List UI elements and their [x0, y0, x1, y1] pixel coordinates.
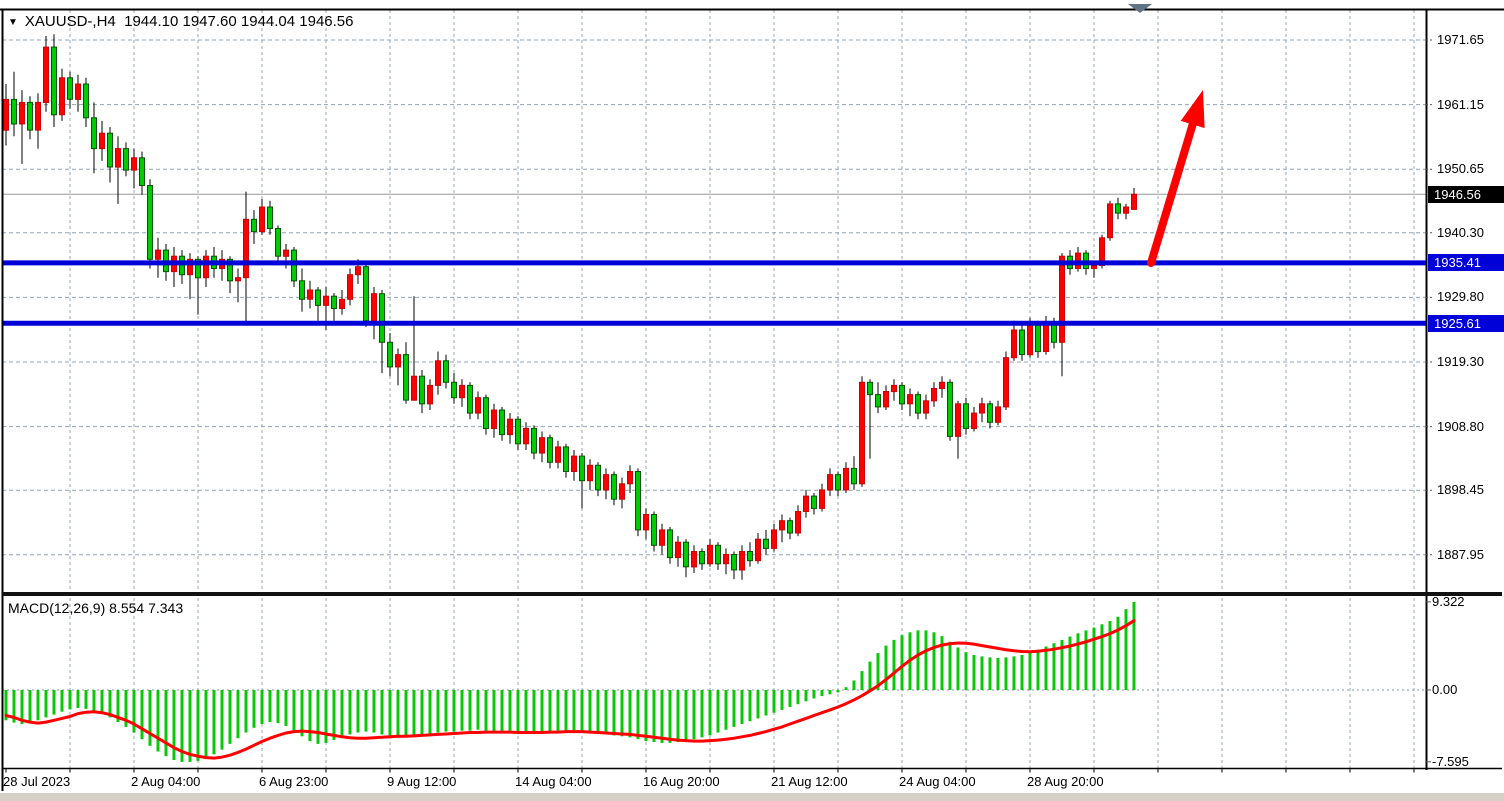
time-axis-label: 6 Aug 23:00: [259, 774, 328, 789]
level-price-box: 1925.61: [1428, 315, 1504, 332]
ohlc-values: 1944.10 1947.60 1944.04 1946.56: [124, 13, 353, 30]
level-price-box: 1935.41: [1428, 254, 1504, 271]
price-axis-label: 1961.15: [1437, 97, 1484, 112]
symbol-timeframe-label: XAUUSD-,H4: [25, 13, 116, 30]
bottom-strip: [0, 793, 1504, 801]
price-axis-label: 1971.65: [1437, 32, 1484, 47]
chart-plot-area[interactable]: [0, 0, 1504, 801]
trading-chart-window: ▼ XAUUSD-,H4 1944.10 1947.60 1944.04 1946…: [0, 0, 1504, 801]
current-price-box: 1946.56: [1428, 186, 1504, 203]
macd-indicator-label: MACD(12,26,9) 8.554 7.343: [8, 600, 183, 616]
price-axis-label: 1940.30: [1437, 225, 1484, 240]
macd-axis-label: 9.322: [1432, 594, 1465, 609]
trend-arrow[interactable]: [1151, 90, 1205, 263]
time-axis-label: 9 Aug 12:00: [387, 774, 456, 789]
price-axis-label: 1950.65: [1437, 161, 1484, 176]
time-axis-label: 28 Aug 20:00: [1027, 774, 1104, 789]
time-axis-label: 2 Aug 04:00: [131, 774, 200, 789]
time-axis-label: 21 Aug 12:00: [771, 774, 848, 789]
time-axis-label: 16 Aug 20:00: [643, 774, 720, 789]
time-axis-label: 28 Jul 2023: [3, 774, 70, 789]
macd-axis-label: 0.00: [1432, 682, 1457, 697]
price-axis-label: 1908.80: [1437, 419, 1484, 434]
price-axis-label: 1887.95: [1437, 547, 1484, 562]
support-resistance-lines[interactable]: [2, 263, 1426, 323]
macd-axis-label: -7.595: [1432, 754, 1469, 769]
price-axis-label: 1919.30: [1437, 354, 1484, 369]
symbol-dropdown-icon: ▼: [8, 17, 18, 28]
price-axis-label: 1929.80: [1437, 289, 1484, 304]
time-axis-label: 24 Aug 04:00: [899, 774, 976, 789]
price-axis-label: 1898.45: [1437, 482, 1484, 497]
symbol-ohlc-header: ▼ XAUUSD-,H4 1944.10 1947.60 1944.04 1946…: [8, 13, 354, 30]
time-axis-label: 14 Aug 04:00: [515, 774, 592, 789]
